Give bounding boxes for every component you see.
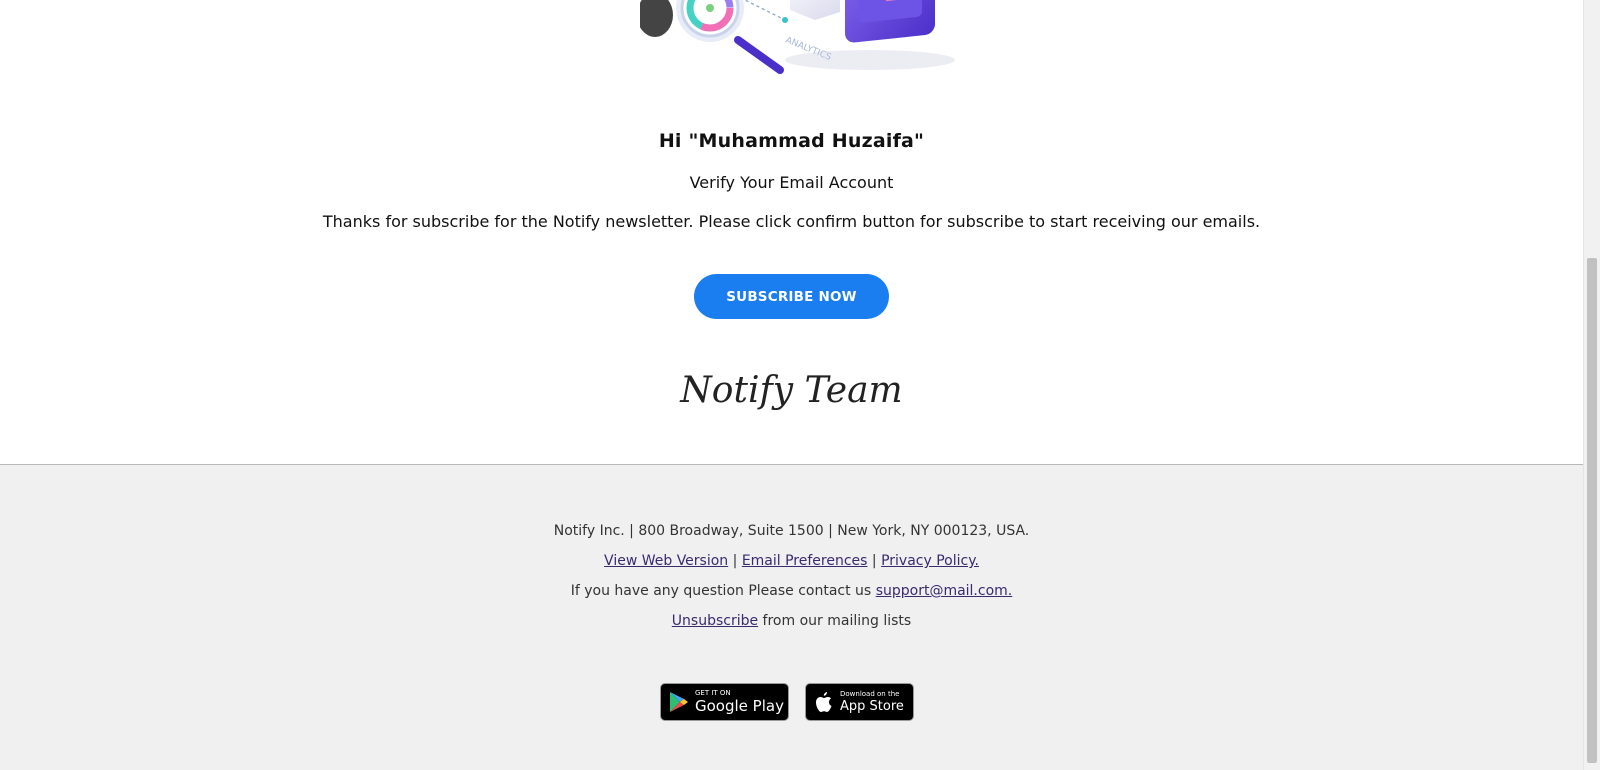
link-separator: |: [728, 553, 742, 569]
footer: Notify Inc. | 800 Broadway, Suite 1500 |…: [0, 464, 1583, 770]
verify-subheading: Verify Your Email Account: [689, 173, 894, 192]
greeting-heading: Hi "Muhammad Huzaifa": [658, 130, 925, 152]
footer-address: Notify Inc. | 800 Broadway, Suite 1500 |…: [553, 523, 1030, 539]
google-play-icon: [669, 691, 689, 713]
vertical-scrollbar[interactable]: [1583, 0, 1600, 770]
google-badge-text: Google Play: [695, 697, 784, 715]
email-viewport: ANALYTICS Hi "Muhammad Huzaifa" Verify Y…: [0, 0, 1583, 770]
email-preferences-link[interactable]: Email Preferences: [742, 553, 868, 569]
unsubscribe-link[interactable]: Unsubscribe: [672, 613, 758, 629]
link-separator: |: [867, 553, 882, 569]
subscribe-now-button[interactable]: SUBSCRIBE NOW: [694, 274, 889, 319]
app-store-badge[interactable]: Download on the App Store: [805, 683, 914, 721]
analytics-illustration: ANALYTICS: [640, 0, 955, 74]
contact-text: If you have any question Please contact …: [570, 583, 876, 599]
scrollbar-thumb[interactable]: [1587, 258, 1597, 763]
privacy-policy-link[interactable]: Privacy Policy.: [881, 553, 979, 569]
unsubscribe-text: from our mailing lists: [758, 613, 912, 629]
google-badge-small-text: GET IT ON: [695, 689, 731, 697]
apple-icon: [814, 691, 834, 714]
footer-links: View Web Version | Email Preferences | P…: [0, 553, 1583, 569]
google-play-badge[interactable]: GET IT ON Google Play: [660, 683, 789, 721]
view-web-version-link[interactable]: View Web Version: [604, 553, 728, 569]
footer-unsubscribe: Unsubscribe from our mailing lists: [0, 613, 1583, 629]
body-message: Thanks for subscribe for the Notify news…: [322, 212, 1261, 231]
signature: Notify Team: [680, 370, 903, 411]
footer-contact: If you have any question Please contact …: [0, 583, 1583, 599]
support-email-link[interactable]: support@mail.com.: [876, 583, 1013, 599]
apple-badge-text: App Store: [840, 699, 904, 714]
apple-badge-small-text: Download on the: [840, 690, 900, 698]
